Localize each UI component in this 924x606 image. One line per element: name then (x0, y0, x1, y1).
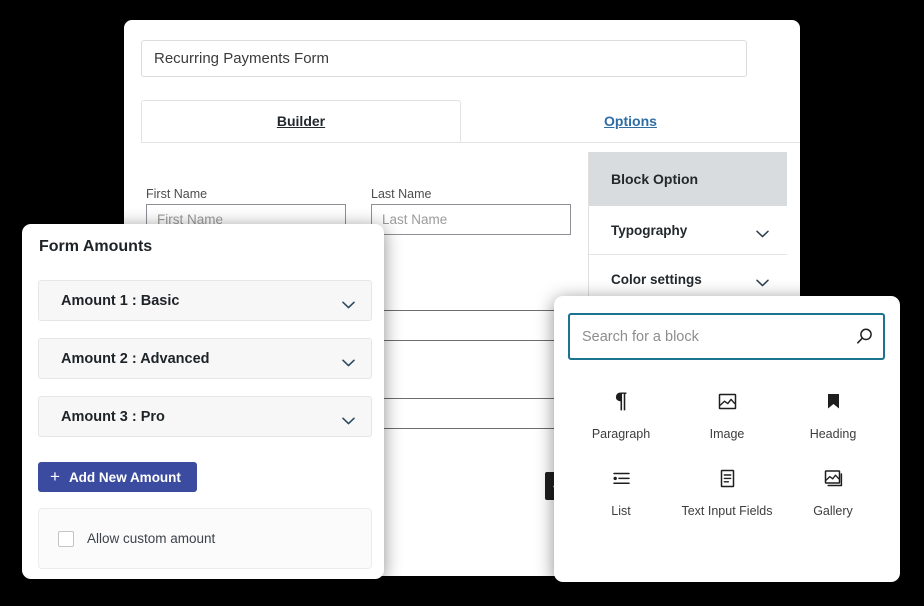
block-search-input[interactable] (570, 314, 845, 359)
svg-text:¶: ¶ (614, 389, 627, 413)
block-search-wrapper (568, 313, 885, 360)
form-amounts-title: Form Amounts (39, 238, 152, 256)
block-option-label: Color settings (611, 272, 702, 287)
block-item-list[interactable]: List (568, 465, 674, 518)
block-item-image[interactable]: Image (674, 388, 780, 441)
field-label-first-name: First Name (146, 187, 207, 201)
block-inserter-panel: ¶ Paragraph Image (554, 296, 900, 582)
block-item-text-input-fields[interactable]: Text Input Fields (674, 465, 780, 518)
block-option-header: Block Option (589, 152, 787, 206)
form-amounts-panel: Form Amounts Amount 1 : Basic Amount 2 :… (22, 224, 384, 579)
block-item-label: Text Input Fields (681, 504, 772, 518)
text-input-fields-icon (716, 465, 739, 491)
add-new-amount-button[interactable]: + Add New Amount (38, 462, 197, 492)
block-item-label: Paragraph (592, 427, 650, 441)
amount-row-1[interactable]: Amount 1 : Basic (38, 280, 372, 321)
allow-custom-amount-checkbox[interactable] (58, 531, 74, 547)
image-icon (716, 388, 739, 414)
list-icon (610, 465, 633, 491)
search-icon[interactable] (845, 327, 883, 346)
amount-row-label: Amount 3 : Pro (61, 409, 165, 425)
tab-options[interactable]: Options (461, 100, 800, 142)
chevron-down-icon (342, 297, 355, 305)
block-item-paragraph[interactable]: ¶ Paragraph (568, 388, 674, 441)
chevron-down-icon (756, 226, 769, 234)
amount-row-label: Amount 1 : Basic (61, 293, 179, 309)
add-new-amount-label: Add New Amount (69, 470, 181, 485)
block-item-label: Gallery (813, 504, 853, 518)
chevron-down-icon (342, 413, 355, 421)
plus-icon: + (50, 468, 60, 485)
amount-row-2[interactable]: Amount 2 : Advanced (38, 338, 372, 379)
block-option-row-typography[interactable]: Typography (589, 206, 787, 255)
allow-custom-amount-label: Allow custom amount (87, 531, 215, 546)
allow-custom-amount-row: Allow custom amount (38, 508, 372, 569)
block-item-label: List (611, 504, 630, 518)
amount-row-3[interactable]: Amount 3 : Pro (38, 396, 372, 437)
chevron-down-icon (342, 355, 355, 363)
builder-tabs: Builder Options (141, 100, 800, 143)
block-type-grid: ¶ Paragraph Image (568, 388, 886, 518)
block-item-heading[interactable]: Heading (780, 388, 886, 441)
gallery-icon (822, 465, 845, 491)
chevron-down-icon (756, 275, 769, 283)
block-option-label: Typography (611, 223, 687, 238)
screen-root: Builder Options First Name Last Name Add… (0, 0, 924, 606)
form-title-input[interactable] (141, 40, 747, 77)
heading-bookmark-icon (822, 388, 845, 414)
block-item-label: Image (710, 427, 745, 441)
paragraph-icon: ¶ (610, 388, 632, 414)
field-label-last-name: Last Name (371, 187, 431, 201)
amount-row-label: Amount 2 : Advanced (61, 351, 210, 367)
block-item-gallery[interactable]: Gallery (780, 465, 886, 518)
tab-builder[interactable]: Builder (141, 100, 461, 142)
block-item-label: Heading (810, 427, 857, 441)
block-option-panel: Block Option Typography Color settings (588, 152, 787, 304)
field-input-last-name[interactable] (371, 204, 571, 235)
